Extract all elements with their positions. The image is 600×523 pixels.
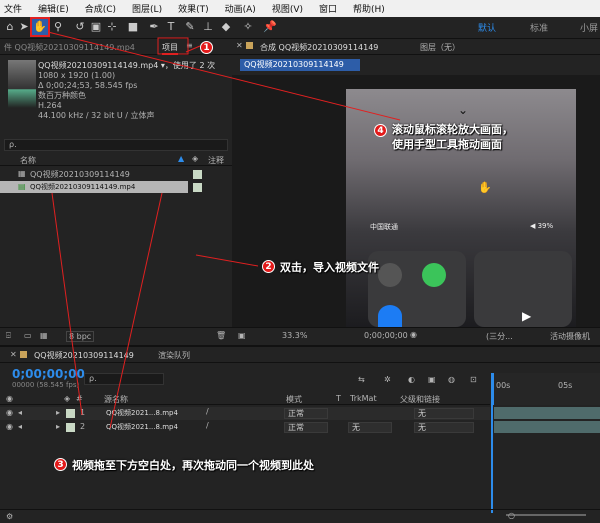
annotation-4-line2: 使用手型工具拖动画面 bbox=[392, 138, 502, 151]
annotation-4-line1: 滚动鼠标滚轮放大画面， bbox=[392, 123, 513, 136]
annotation-4-badge: 4 bbox=[374, 124, 387, 137]
annotation-1: 1 bbox=[200, 41, 213, 54]
annotation-2: 双击，导入视频文件 bbox=[280, 261, 379, 274]
project-tab-highlight bbox=[157, 37, 189, 55]
annotation-3: 视频拖至下方空白处，再次拖动同一个视频到此处 bbox=[72, 459, 314, 472]
annotation-3-badge: 3 bbox=[54, 458, 67, 471]
arrow-to-timeline-layer1 bbox=[51, 192, 83, 416]
arrow-to-timeline-layer2 bbox=[109, 192, 163, 429]
arrow-to-project-area bbox=[195, 254, 259, 267]
arrow-hand-to-viewer bbox=[47, 31, 401, 121]
annotation-2-badge: 2 bbox=[262, 260, 275, 273]
